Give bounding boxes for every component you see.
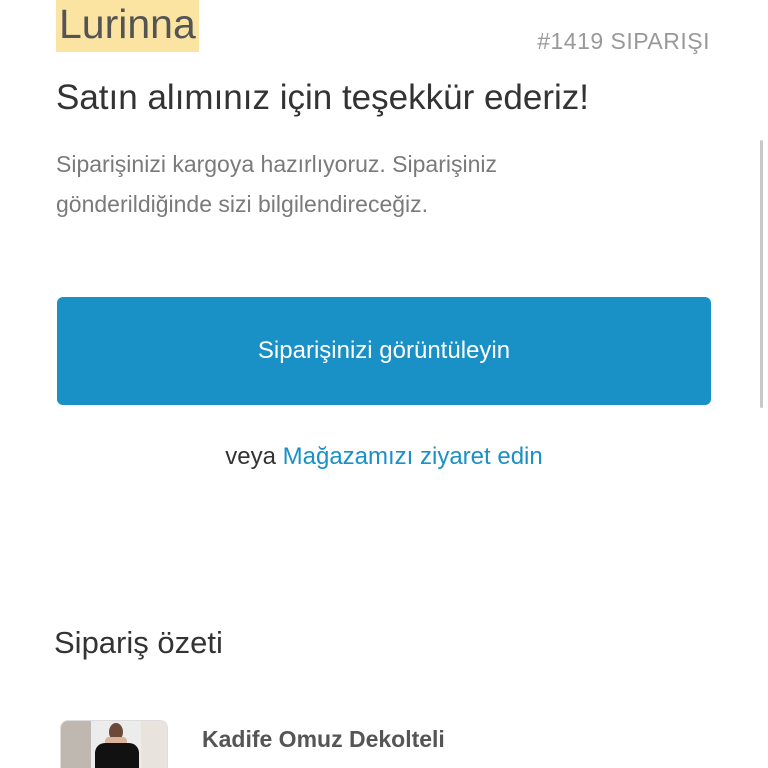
shipping-info-text: Siparişinizi kargoya hazırlıyoruz. Sipar… (56, 151, 497, 217)
visit-store-link[interactable]: Mağazamızı ziyaret edin (283, 443, 543, 470)
order-number: #1419 SIPARIŞI (537, 28, 710, 54)
scrollbar[interactable] (760, 140, 763, 408)
order-item: Kadife Omuz Dekolteli (0, 700, 768, 768)
product-name: Kadife Omuz Dekolteli (202, 726, 445, 752)
order-summary-title: Sipariş özeti (54, 625, 223, 660)
thank-you-heading: Satın alımınız için teşekkür ederiz! (56, 78, 589, 117)
alternative-action: veya Mağazamızı ziyaret edin (0, 443, 768, 471)
view-order-button[interactable]: Siparişinizi görüntüleyin (57, 297, 711, 405)
email-header: Lurinna #1419 SIPARIŞI (0, 0, 768, 70)
view-order-label: Siparişinizi görüntüleyin (257, 337, 511, 364)
or-text: veya (225, 443, 276, 470)
brand-logo[interactable]: Lurinna (56, 0, 199, 52)
product-thumbnail (60, 720, 168, 768)
